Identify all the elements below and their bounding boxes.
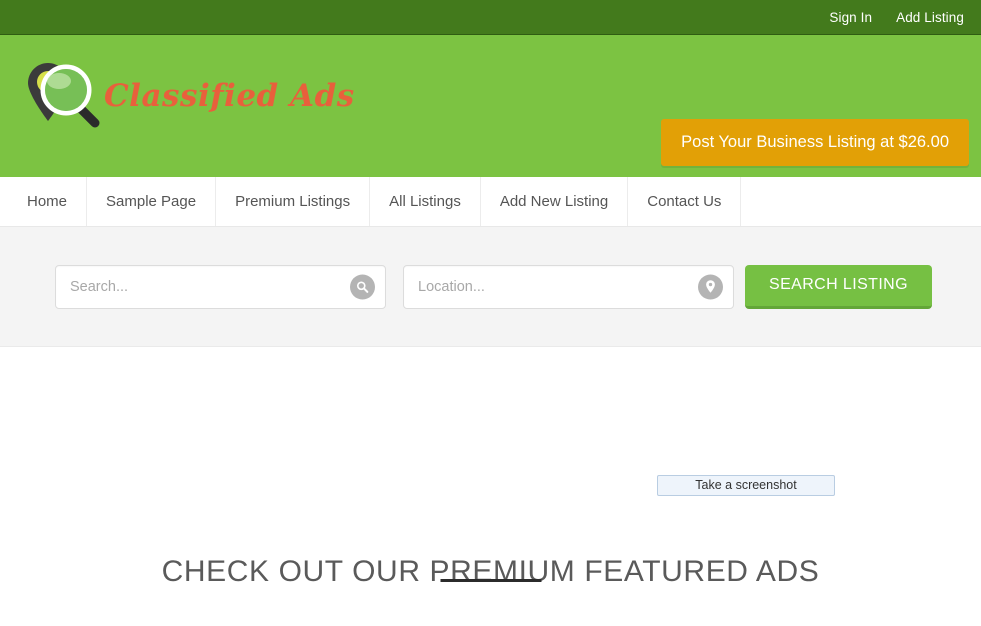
search-keyword-field-wrap xyxy=(55,264,386,309)
nav-item-home[interactable]: Home xyxy=(8,177,88,226)
nav-item-premium-listings[interactable]: Premium Listings xyxy=(216,177,371,226)
nav-item-contact-us[interactable]: Contact Us xyxy=(628,177,742,226)
page-section-title: CHECK OUT OUR PREMIUM FEATURED ADS xyxy=(161,554,820,588)
take-a-screenshot-button[interactable]: Take a screenshot xyxy=(657,475,835,496)
nav-item-sample-page[interactable]: Sample Page xyxy=(87,177,217,226)
post-business-listing-button[interactable]: Post Your Business Listing at $26.00 xyxy=(661,119,969,166)
map-pin-icon[interactable] xyxy=(698,274,723,299)
search-input[interactable] xyxy=(56,265,385,308)
search-listing-button[interactable]: SEARCH LISTING xyxy=(745,264,932,309)
map-pin-magnifier-logo-icon xyxy=(22,57,108,135)
site-header: Classified Ads Post Your Business Listin… xyxy=(0,35,981,177)
main-navigation: Home Sample Page Premium Listings All Li… xyxy=(0,177,981,227)
sign-in-link[interactable]: Sign In xyxy=(829,10,872,25)
search-section: SEARCH LISTING xyxy=(0,227,981,347)
location-input[interactable] xyxy=(404,265,733,308)
section-title-underline xyxy=(440,579,541,582)
nav-item-add-new-listing[interactable]: Add New Listing xyxy=(481,177,629,226)
site-logo-text: Classified Ads xyxy=(104,78,355,114)
add-listing-link[interactable]: Add Listing xyxy=(896,10,964,25)
search-location-field-wrap xyxy=(403,264,734,309)
top-utility-bar: Sign In Add Listing xyxy=(0,0,981,35)
site-logo[interactable]: Classified Ads xyxy=(22,57,355,135)
search-icon[interactable] xyxy=(350,274,375,299)
main-content: Take a screenshot CHECK OUT OUR PREMIUM … xyxy=(0,347,981,626)
nav-item-all-listings[interactable]: All Listings xyxy=(370,177,481,226)
